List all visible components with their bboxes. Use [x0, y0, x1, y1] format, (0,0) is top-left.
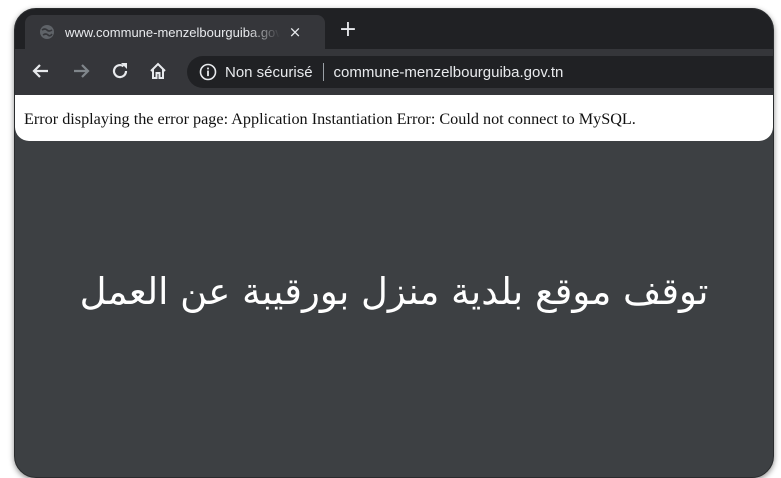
arrow-right-icon [74, 64, 90, 78]
browser-window: www.commune-menzelbourguiba.gov.tn × + N… [14, 8, 774, 478]
security-status[interactable]: Non sécurisé [225, 64, 313, 81]
address-bar[interactable]: Non sécurisé commune-menzelbourguiba.gov… [187, 56, 773, 88]
omnibox-separator [322, 63, 324, 81]
page-content: Error displaying the error page: Applica… [15, 95, 773, 141]
overlay-caption: توقف موقع بلدية منزل بورقيبة عن العمل [79, 270, 709, 313]
arrow-left-icon [32, 64, 48, 78]
back-button[interactable] [29, 59, 53, 83]
tab-close-icon[interactable]: × [286, 23, 304, 41]
home-icon [150, 62, 166, 79]
error-message: Error displaying the error page: Applica… [24, 110, 636, 128]
browser-toolbar: Non sécurisé commune-menzelbourguiba.gov… [15, 49, 773, 95]
reload-icon [112, 63, 128, 79]
tab-strip: www.commune-menzelbourguiba.gov.tn × + [15, 9, 773, 49]
tab-title: www.commune-menzelbourguiba.gov.tn [65, 24, 280, 40]
info-icon[interactable] [199, 63, 217, 81]
url-text[interactable]: commune-menzelbourguiba.gov.tn [334, 64, 564, 81]
globe-icon [39, 24, 55, 40]
reload-button[interactable] [108, 59, 132, 83]
new-tab-button[interactable]: + [335, 18, 361, 44]
forward-button[interactable] [69, 59, 93, 83]
home-button[interactable] [146, 59, 170, 83]
tab-active[interactable]: www.commune-menzelbourguiba.gov.tn × [25, 15, 325, 49]
